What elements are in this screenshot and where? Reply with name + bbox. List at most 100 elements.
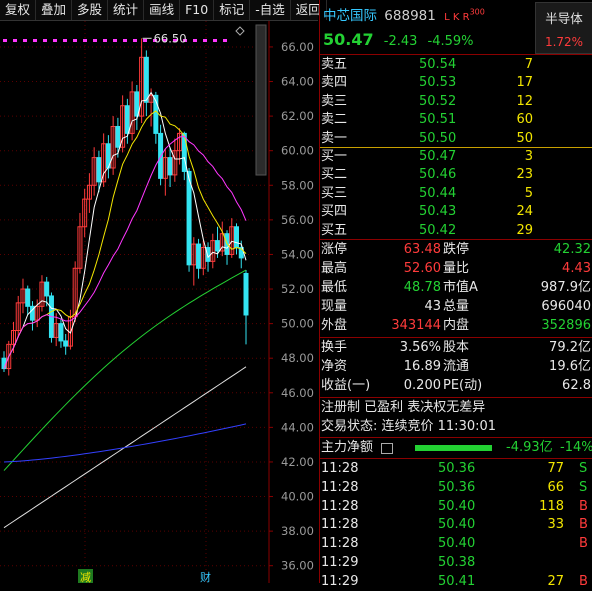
asks-row[interactable]: 卖三 50.52 12	[320, 93, 592, 111]
candle-body	[25, 288, 31, 307]
candle-body	[143, 56, 149, 103]
y-tick-label: 66.00	[281, 40, 314, 54]
candle-body	[1, 357, 7, 370]
stat-row: 最高 52.60 量比 4.43	[321, 261, 591, 276]
tick-row: 11:28 50.40 B	[321, 536, 588, 552]
top-marker	[43, 39, 47, 42]
bids-row[interactable]: 买一 50.47 3	[320, 148, 592, 166]
stat-row: 最低 48.78 市值A 987.9亿	[321, 280, 591, 295]
toolbar-button-2[interactable]: 多股	[72, 0, 109, 20]
y-tick-label: 42.00	[281, 455, 314, 469]
y-tick-label: 62.00	[281, 109, 314, 123]
toolbar-button-1[interactable]: 叠加	[36, 0, 73, 20]
candle-body	[58, 323, 64, 342]
candle-body	[44, 281, 50, 297]
high-price-label: 66.50	[154, 31, 187, 45]
toolbar-button-6[interactable]: 标记	[214, 0, 251, 20]
stock-name: 中芯国际 688981 L K R300	[323, 7, 485, 25]
quote-panel: 中芯国际 688981 L K R300 半导体 1.72% 50.47 -2.…	[319, 0, 592, 589]
y-tick-label: 58.00	[281, 178, 314, 192]
y-tick-label: 38.00	[281, 524, 314, 538]
flow-bar	[415, 445, 492, 451]
candle-body	[234, 226, 240, 249]
ma10-line	[3, 110, 247, 369]
bottom-mark: 财	[200, 570, 211, 583]
stat-row: 收益(一) 0.200 PE(动) 62.8	[321, 378, 591, 393]
candle-body	[124, 105, 130, 134]
tick-row: 11:28 50.40 33 B	[321, 517, 588, 533]
trade-status: 交易状态: 连续竞价 11:30:01	[321, 419, 497, 434]
y-tick-label: 44.00	[281, 420, 314, 434]
tick-row: 11:29 50.38	[321, 555, 476, 570]
kline-svg: 66.00 64.00 62.00 60.00 58.00 56.00 54.00 52.00…	[0, 21, 314, 583]
top-marker	[203, 39, 207, 42]
stat-row: 现量 43 总量 696040	[321, 299, 591, 314]
top-marker	[103, 39, 107, 42]
stock-attributes: 注册制 已盈利 表决权无差异	[321, 400, 486, 415]
price-line: 50.47 -2.43 -4.59%	[323, 30, 474, 49]
tick-row: 11:28 50.40 118 B	[321, 498, 588, 514]
y-tick-label: 56.00	[281, 213, 314, 227]
top-marker	[63, 39, 67, 42]
stat-row: 外盘 343144 内盘 352896	[321, 318, 591, 333]
top-marker	[53, 39, 57, 42]
y-tick-label: 52.00	[281, 282, 314, 296]
toolbar-button-0[interactable]: 复权	[0, 0, 37, 20]
toolbar-button-3[interactable]: 统计	[108, 0, 145, 20]
candle-body	[96, 157, 102, 183]
asks-row[interactable]: 卖一 50.50 50	[320, 130, 592, 148]
bids-row[interactable]: 买五 50.42 29	[320, 222, 592, 240]
price-change: -2.43	[383, 34, 418, 49]
chart-toolbar: 复权 叠加 多股 统计 画线 F10 标记 -自选 返回	[0, 0, 327, 21]
asks-row[interactable]: 卖二 50.51 60	[320, 111, 592, 129]
ma250-line	[3, 423, 247, 463]
y-tick-label: 64.00	[281, 75, 314, 89]
stat-row: 涨停 63.48 跌停 42.32	[321, 242, 591, 257]
y-tick-label: 60.00	[281, 144, 314, 158]
candle-body	[196, 243, 202, 269]
scrollbar	[255, 24, 267, 176]
stat-row: 换手 3.56% 股本 79.2亿	[321, 340, 591, 355]
top-marker	[73, 39, 77, 42]
kline-chart[interactable]: 66.00 64.00 62.00 60.00 58.00 56.00 54.00 52.00…	[0, 21, 318, 583]
candle-body	[63, 340, 69, 347]
top-marker	[133, 39, 137, 42]
candle-body	[186, 170, 192, 266]
candle-body	[243, 272, 249, 316]
bottom-mark: 减	[80, 571, 91, 583]
y-tick-label: 40.00	[281, 490, 314, 504]
toolbar-button-5[interactable]: F10	[180, 0, 215, 20]
top-marker	[123, 39, 127, 42]
bids-row[interactable]: 买三 50.44 5	[320, 185, 592, 203]
y-tick-label: 54.00	[281, 247, 314, 261]
top-marker	[83, 39, 87, 42]
main-net-flow: 主力净额 -4.93亿 -14%	[321, 440, 592, 455]
top-marker	[223, 39, 227, 42]
candle-body	[167, 157, 173, 176]
price-change-pct: -4.59%	[427, 34, 474, 49]
sector-badge[interactable]: 半导体 1.72%	[535, 2, 592, 54]
tick-row: 11:28 50.36 66 S	[321, 479, 588, 495]
tick-row: 11:28 50.36 77 S	[321, 461, 588, 476]
top-marker	[113, 39, 117, 42]
y-tick-label: 46.00	[281, 386, 314, 400]
candle-body	[205, 247, 211, 262]
bids-row[interactable]: 买二 50.46 23	[320, 166, 592, 184]
asks-row[interactable]: 卖四 50.53 17	[320, 74, 592, 92]
toolbar-button-4[interactable]: 画线	[144, 0, 181, 20]
list-icon[interactable]	[381, 443, 393, 454]
candle-body	[215, 240, 221, 252]
stock-code: 688981	[384, 8, 436, 24]
y-tick-label: 50.00	[281, 317, 314, 331]
y-tick-label: 48.00	[281, 351, 314, 365]
bids-row[interactable]: 买四 50.43 24	[320, 203, 592, 221]
diamond-icon	[235, 26, 245, 36]
asks-row[interactable]: 卖五 50.54 7	[320, 56, 592, 74]
top-marker	[213, 39, 217, 42]
top-marker	[13, 39, 17, 42]
top-marker	[193, 39, 197, 42]
toolbar-button-7[interactable]: -自选	[250, 0, 291, 20]
tick-row: 11:29 50.41 27 B	[321, 573, 588, 589]
candle-body	[115, 125, 121, 148]
stock-tags: L K R	[444, 12, 470, 23]
